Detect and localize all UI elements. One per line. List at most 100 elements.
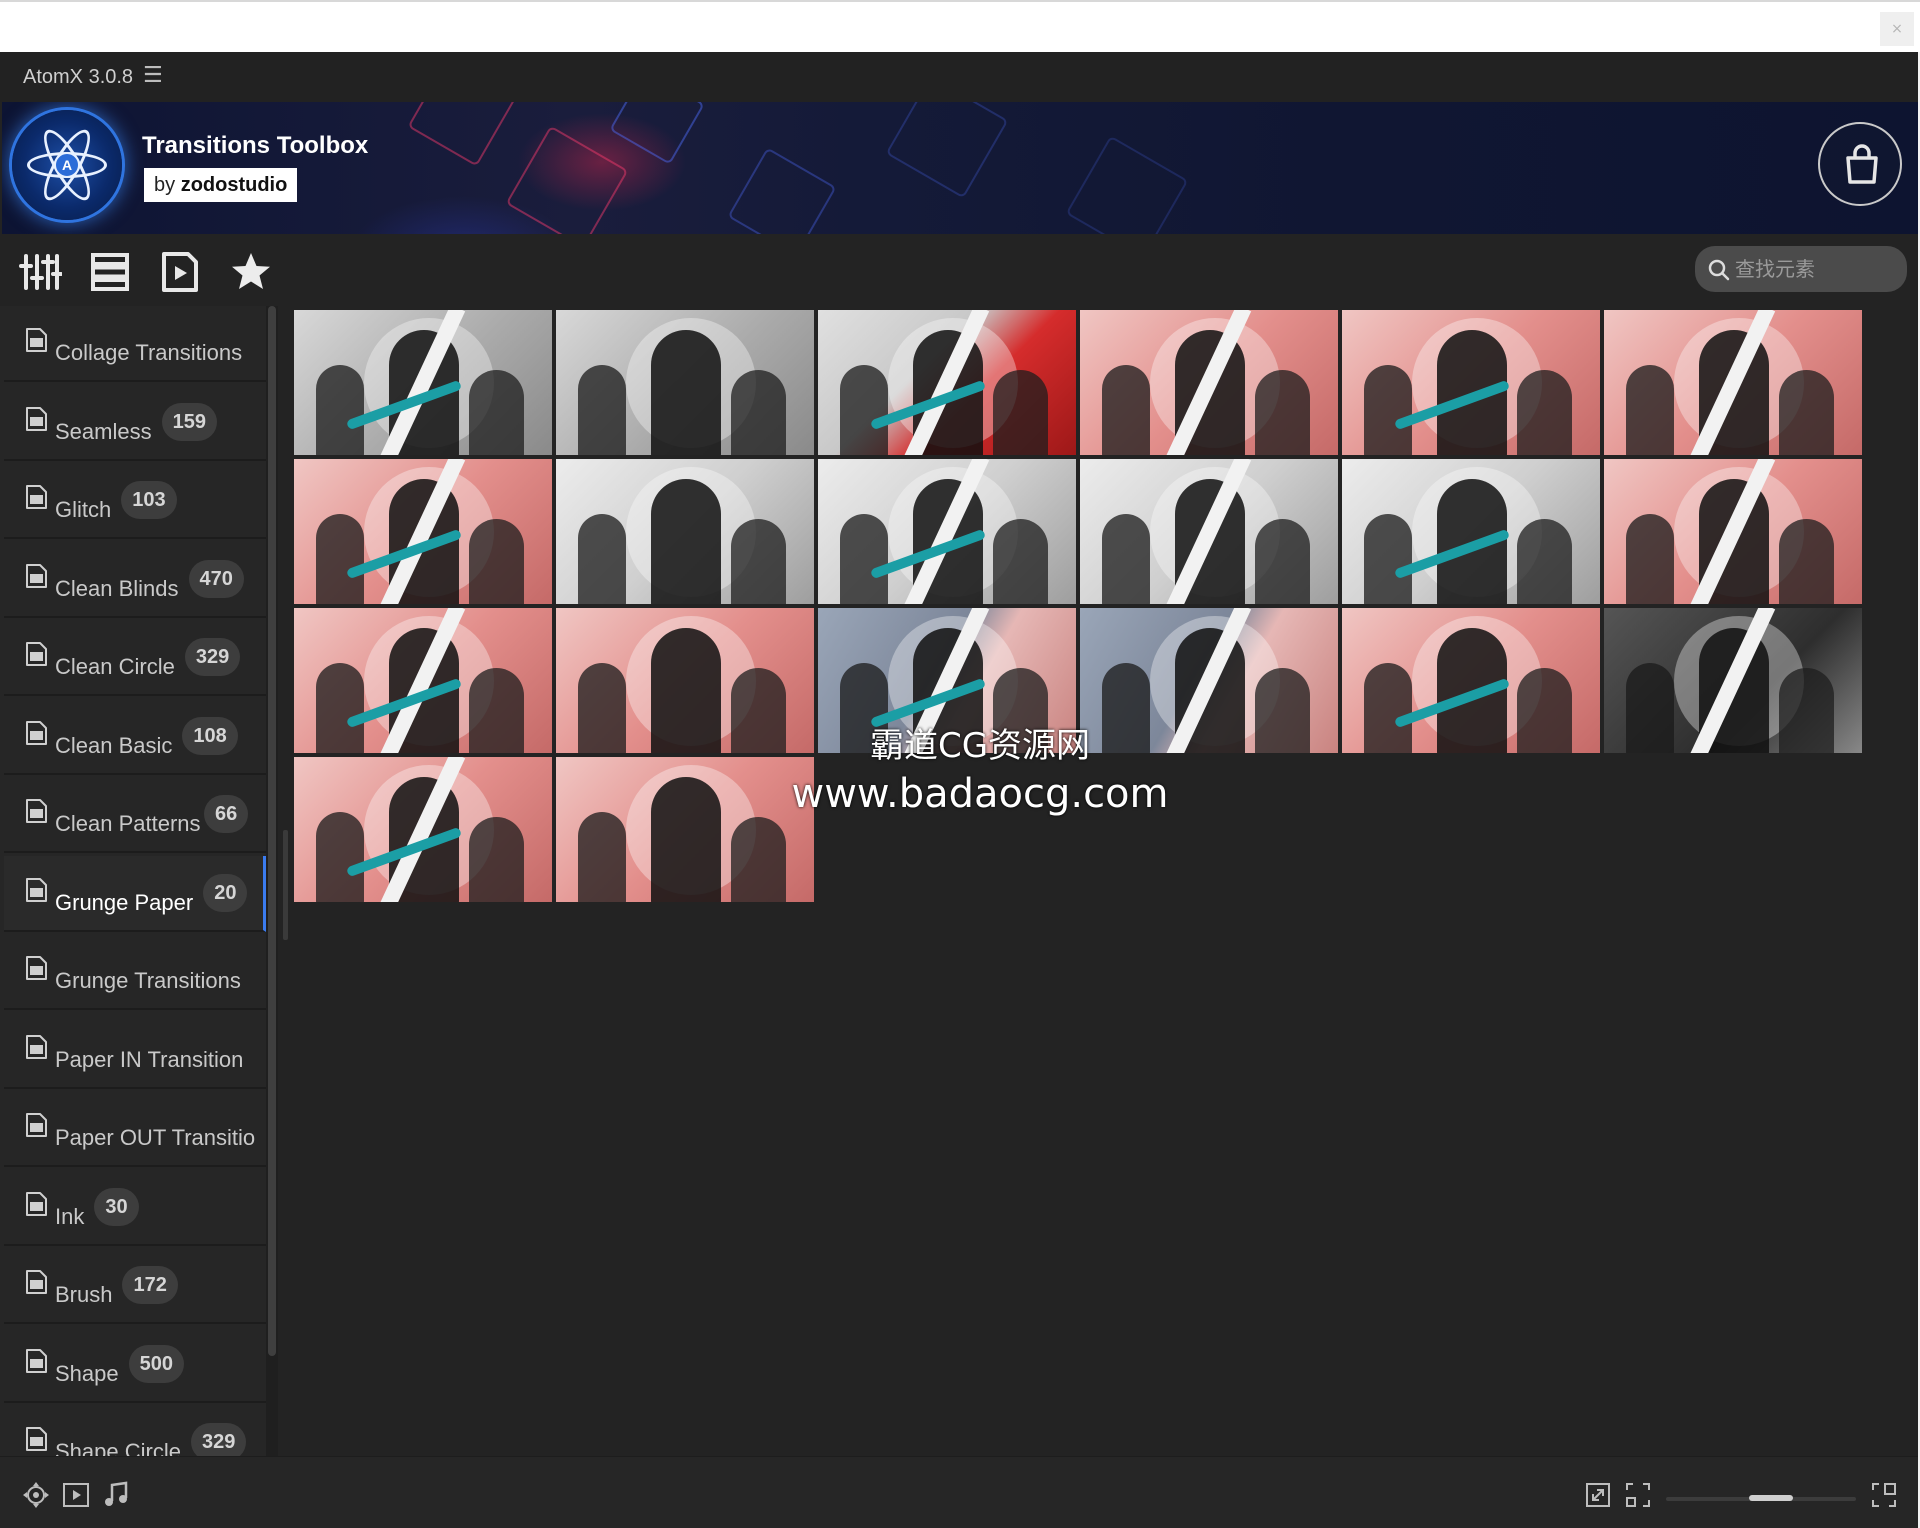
sidebar-scrollbar[interactable] (266, 306, 278, 1456)
count-badge: 500 (128, 1344, 184, 1383)
preset-thumbnail[interactable] (1604, 608, 1862, 753)
thumb-figure (578, 663, 626, 753)
video-play-icon[interactable] (62, 1481, 90, 1509)
thumb-figure (651, 479, 721, 604)
sidebar-item-label: Shape (55, 1360, 119, 1386)
sidebar-item[interactable]: Clean Blinds 470 (4, 541, 266, 618)
preset-thumbnail[interactable] (818, 459, 1076, 604)
sidebar-item[interactable]: Ink 30 (4, 1169, 266, 1246)
sidebar-item[interactable]: Brush 172 (4, 1248, 266, 1324)
pack-title: Transitions Toolbox (142, 132, 369, 159)
window-close-button[interactable]: × (1880, 12, 1914, 46)
thumb-figure (316, 514, 364, 604)
watermark-line-2: www.badaocg.com (791, 771, 1169, 817)
zoom-slider-thumb[interactable] (1748, 1495, 1793, 1501)
preset-grid (294, 310, 1866, 1456)
shopping-bag-icon (1846, 144, 1878, 184)
fullscreen-icon[interactable] (1870, 1481, 1898, 1509)
preset-thumbnail[interactable] (1342, 459, 1600, 604)
sidebar-item[interactable]: Shape 500 (4, 1326, 266, 1403)
ae-file-icon (26, 1034, 47, 1059)
sidebar-scroll-thumb[interactable] (268, 306, 276, 1356)
sidebar-item-label: Seamless (55, 418, 152, 444)
sidebar-item-label: Clean Blinds (55, 575, 179, 601)
sidebar-item-label: Ink (55, 1203, 85, 1229)
logo-letter: A (54, 152, 80, 178)
sidebar-item-label: Paper OUT Transitio (55, 1125, 256, 1150)
count-badge: 108 (182, 716, 238, 755)
sidebar-item[interactable]: Paper OUT Transitio (4, 1091, 266, 1167)
thumb-figure (651, 330, 721, 455)
sidebar-item[interactable]: Shape Circle 329 (4, 1405, 266, 1456)
author-name: zodostudio (180, 174, 288, 196)
expand-icon[interactable] (1584, 1481, 1612, 1509)
app-titlebar: AtomX 3.0.8 ☰ (0, 52, 1918, 102)
shop-bag-button[interactable] (1818, 122, 1902, 206)
ae-file-icon (26, 642, 47, 666)
preset-thumbnail[interactable] (294, 310, 552, 455)
sidebar-item[interactable]: Grunge Transitions (4, 934, 266, 1010)
thumb-figure (840, 365, 888, 455)
preset-thumbnail[interactable] (1604, 459, 1862, 604)
preset-thumbnail[interactable] (1080, 459, 1338, 604)
status-bar (0, 1456, 1918, 1528)
preset-thumbnail[interactable] (556, 310, 814, 455)
preset-thumbnail[interactable] (294, 757, 552, 902)
sidebar-item[interactable]: Paper IN Transition (4, 1012, 266, 1089)
thumb-figure (1517, 519, 1572, 604)
hamburger-icon[interactable]: ☰ (143, 63, 163, 88)
thumb-figure (1364, 514, 1412, 604)
search-icon (1708, 259, 1730, 281)
count-badge: 20 (203, 873, 248, 912)
zoom-slider[interactable] (1666, 1495, 1856, 1501)
count-badge: 30 (94, 1187, 139, 1226)
thumb-figure (731, 519, 786, 604)
preset-thumbnail[interactable] (294, 459, 552, 604)
move-icon[interactable] (22, 1481, 50, 1509)
preset-thumbnail[interactable] (1342, 310, 1600, 455)
sidebar-item[interactable]: Seamless 159 (4, 384, 266, 461)
thumb-figure (651, 777, 721, 902)
ae-file-icon (26, 1348, 47, 1373)
sidebar-item-label: Clean Circle (55, 654, 175, 679)
sidebar-item-label: Shape Circle (55, 1439, 181, 1456)
ae-file-icon (26, 956, 47, 980)
thumb-figure (1626, 514, 1674, 604)
count-badge: 172 (122, 1266, 178, 1304)
ae-file-icon (26, 1270, 47, 1294)
grid-scrollbar[interactable] (283, 830, 288, 940)
hex-decoration (1065, 135, 1189, 234)
music-note-icon[interactable] (102, 1481, 130, 1509)
sidebar-item[interactable]: Clean Basic 108 (4, 698, 266, 775)
thumb-figure (578, 812, 626, 902)
thumb-figure (1779, 519, 1834, 604)
list-icon[interactable] (88, 250, 132, 294)
hex-decoration (505, 125, 629, 234)
sidebar-item[interactable]: Glitch 103 (4, 463, 266, 539)
thumb-figure (1364, 365, 1412, 455)
atomx-logo: A (12, 110, 122, 220)
preset-thumbnail[interactable] (556, 459, 814, 604)
star-icon[interactable] (229, 250, 273, 294)
count-badge: 329 (190, 1423, 247, 1456)
author-prefix: by (154, 174, 176, 196)
video-file-icon[interactable] (158, 250, 202, 294)
sidebar-item[interactable]: Collage Transitions (4, 306, 266, 382)
sliders-icon[interactable] (18, 250, 62, 294)
sidebar-item[interactable]: Clean Patterns 66 (4, 777, 266, 853)
sidebar-item[interactable]: Grunge Paper 20 (4, 855, 266, 932)
preset-thumbnail[interactable] (1604, 310, 1862, 455)
preset-thumbnail[interactable] (294, 608, 552, 753)
sidebar-item[interactable]: Clean Circle 329 (4, 620, 266, 696)
search-input[interactable] (1735, 246, 1900, 292)
thumb-figure (1102, 365, 1150, 455)
fit-icon[interactable] (1624, 1481, 1652, 1509)
ae-file-icon (26, 406, 47, 431)
preset-thumbnail[interactable] (818, 310, 1076, 455)
search-box[interactable] (1695, 246, 1907, 292)
preset-thumbnail[interactable] (1080, 310, 1338, 455)
preset-thumbnail[interactable] (1342, 608, 1600, 753)
sidebar-item-label: Grunge Transitions (55, 968, 241, 993)
ae-file-icon (26, 1113, 47, 1137)
hex-decoration (407, 102, 517, 167)
